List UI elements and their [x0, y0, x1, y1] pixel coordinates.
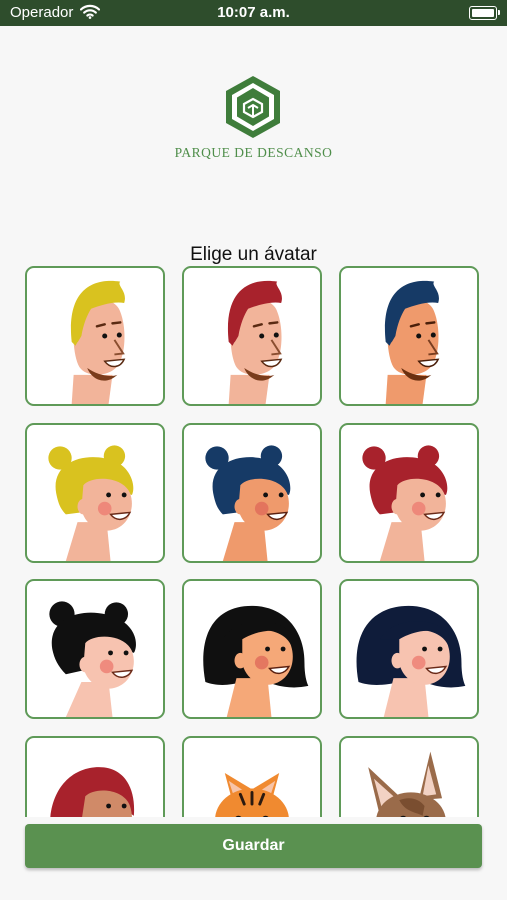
- avatar-card-dog-brown[interactable]: [339, 736, 479, 817]
- boy-red-hair-avatar-icon: [227, 280, 283, 404]
- avatar-card-girl-black-buns[interactable]: [25, 579, 165, 719]
- dog-brown-avatar-icon: [368, 751, 446, 817]
- avatar-card-girl-navy-bob[interactable]: [339, 579, 479, 719]
- girl-yellow-buns-avatar-icon: [48, 445, 134, 561]
- clock: 10:07 a.m.: [217, 4, 290, 21]
- avatar-card-boy-red-hair[interactable]: [182, 266, 322, 406]
- boy-yellow-hair-avatar-icon: [70, 280, 126, 404]
- brand-name: PARQUE DE DESCANSO: [174, 145, 333, 160]
- girl-navy-buns-avatar-icon: [205, 445, 291, 561]
- avatar-card-girl-red-buns[interactable]: [339, 423, 479, 563]
- avatar-grid: [0, 264, 507, 817]
- girl-black-buns-avatar-icon: [49, 601, 136, 717]
- status-bar: Operador 10:07 a.m.: [0, 0, 507, 26]
- avatar-card-boy-yellow-hair[interactable]: [25, 266, 165, 406]
- avatar-picker-title: Elige un ávatar: [190, 244, 317, 265]
- battery-icon: [469, 6, 500, 20]
- save-button[interactable]: Guardar: [25, 824, 482, 868]
- avatar-card-cat-orange[interactable]: [182, 736, 322, 817]
- avatar-card-girl-black-bob[interactable]: [182, 579, 322, 719]
- girl-black-bob-avatar-icon: [203, 605, 309, 717]
- park-logo-icon: [222, 74, 284, 140]
- cat-orange-avatar-icon: [215, 772, 289, 817]
- avatar-card-girl-yellow-buns[interactable]: [25, 423, 165, 563]
- avatar-card-boy-navy-hair[interactable]: [339, 266, 479, 406]
- girl-navy-bob-avatar-icon: [356, 605, 466, 717]
- boy-navy-hair-avatar-icon: [384, 280, 440, 404]
- girl-red-buns-avatar-icon: [362, 445, 448, 561]
- avatar-card-girl-navy-buns[interactable]: [182, 423, 322, 563]
- girl-red-hair-avatar-icon: [50, 767, 135, 817]
- avatar-card-girl-red-hair[interactable]: [25, 736, 165, 817]
